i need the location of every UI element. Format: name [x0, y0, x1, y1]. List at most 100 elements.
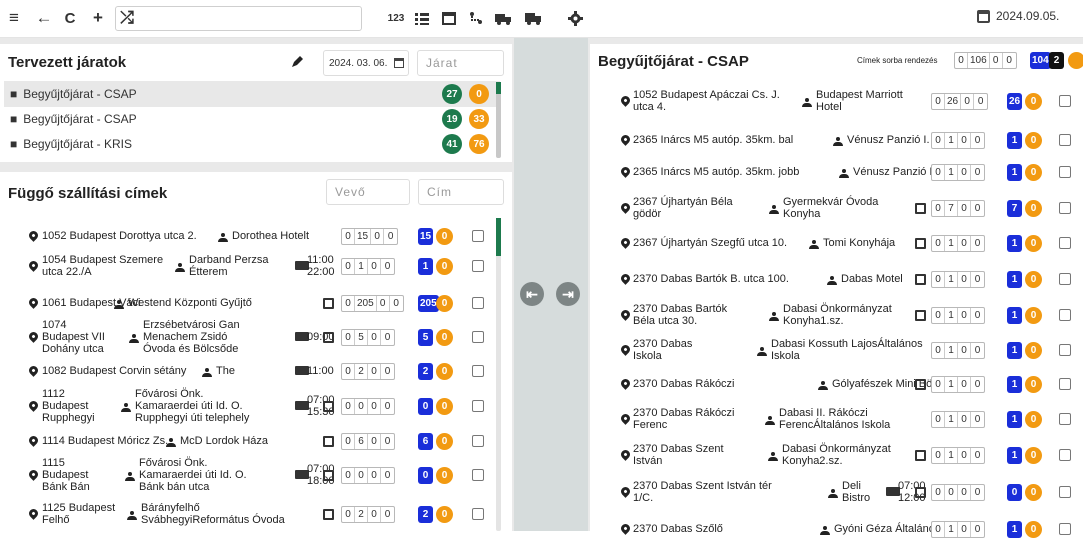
routes-scroll-thumb[interactable]	[496, 82, 501, 94]
buyer-search-input[interactable]: Vevő	[326, 179, 410, 205]
select-checkbox[interactable]	[1059, 95, 1071, 107]
quantity-cell: 0	[377, 296, 390, 311]
address-line: 1061 Budapest Váci	[42, 297, 141, 309]
quantity-cell: 0	[974, 524, 981, 535]
total-blue-badge: 104	[1030, 52, 1051, 69]
quantity-cell: 0	[958, 485, 971, 500]
select-checkbox[interactable]	[1059, 309, 1071, 321]
sort-addresses-label[interactable]: Címek sorba rendezés	[857, 56, 937, 65]
truck-icon[interactable]	[494, 8, 512, 28]
quantity-cell: 0	[974, 310, 981, 321]
select-checkbox[interactable]	[472, 400, 484, 412]
document-icon[interactable]	[915, 379, 926, 390]
address-line: 2365 Inárcs M5 autóp. 35km. jobb	[633, 166, 800, 178]
current-date[interactable]: 2024.09.05.	[977, 9, 1059, 23]
person-icon	[769, 205, 779, 215]
move-right-button[interactable]: ⇥	[556, 282, 580, 306]
document-icon[interactable]	[915, 238, 926, 249]
quantity-blue-badge: 1	[1007, 411, 1022, 428]
calendar-check-icon[interactable]	[441, 8, 457, 28]
route-row-1[interactable]: ■ Begyűjtőjárat - CSAP	[4, 81, 500, 107]
document-icon[interactable]	[323, 436, 334, 447]
pending-scrollbar[interactable]	[496, 218, 501, 531]
select-checkbox[interactable]	[1059, 413, 1071, 425]
select-checkbox[interactable]	[472, 331, 484, 343]
list-icon[interactable]	[414, 8, 430, 28]
numbers-icon[interactable]: 123	[385, 8, 407, 28]
menu-icon[interactable]: ≡	[6, 8, 22, 28]
customer-name-line: Bárányfelhő	[141, 502, 200, 514]
select-checkbox[interactable]	[472, 508, 484, 520]
customer-name-line: Dabasi Önkormányzat	[782, 443, 891, 455]
quantity-blue-badge: 1	[1007, 521, 1022, 538]
route-row-2[interactable]: ■ Begyűjtőjárat - CSAP	[4, 106, 500, 132]
customer-name-line: Konyha	[783, 208, 821, 220]
select-checkbox[interactable]	[1059, 202, 1071, 214]
edit-icon[interactable]	[291, 55, 304, 73]
select-checkbox[interactable]	[472, 260, 484, 272]
quantity-blue-badge: 2	[418, 363, 433, 380]
document-icon[interactable]	[323, 401, 334, 412]
document-icon[interactable]	[915, 274, 926, 285]
document-icon[interactable]	[915, 487, 926, 498]
select-checkbox[interactable]	[1059, 449, 1071, 461]
document-icon[interactable]	[323, 509, 334, 520]
document-icon[interactable]	[323, 298, 334, 309]
shuffle-icon[interactable]: ⤮	[119, 8, 135, 28]
location-pin-icon	[27, 434, 40, 447]
add-icon[interactable]: +	[90, 8, 106, 28]
back-icon[interactable]: ←	[36, 8, 53, 28]
address-search-input[interactable]: Cím	[418, 179, 504, 205]
route-row-3[interactable]: ■ Begyűjtőjárat - KRIS	[4, 131, 500, 157]
quantity-cell: 0	[932, 448, 945, 463]
select-checkbox[interactable]	[1059, 378, 1071, 390]
quantity-cell: 0	[342, 468, 355, 483]
customer-name-line: Étterem	[189, 266, 228, 278]
quantity-cell: 0	[371, 229, 385, 244]
gear-icon[interactable]	[567, 8, 583, 28]
select-checkbox[interactable]	[1059, 486, 1071, 498]
pending-scroll-thumb[interactable]	[496, 218, 501, 256]
select-checkbox[interactable]	[1059, 523, 1071, 535]
quantity-orange-badge: 0	[436, 329, 453, 346]
quantity-orange-badge: 0	[1025, 484, 1042, 501]
quantity-cells: 0700	[931, 200, 985, 217]
select-checkbox[interactable]	[1059, 273, 1071, 285]
document-icon[interactable]	[915, 203, 926, 214]
refresh-icon[interactable]: C	[62, 8, 78, 28]
select-checkbox[interactable]	[472, 297, 484, 309]
select-checkbox[interactable]	[1059, 344, 1071, 356]
truck-list-icon[interactable]	[524, 8, 542, 28]
quantity-cell: 0	[932, 272, 945, 287]
quantity-cell: 0	[958, 236, 971, 251]
select-checkbox[interactable]	[472, 435, 484, 447]
move-left-button[interactable]: ⇤	[520, 282, 544, 306]
select-checkbox[interactable]	[1059, 166, 1071, 178]
select-checkbox[interactable]	[472, 230, 484, 242]
document-icon[interactable]	[915, 310, 926, 321]
quantity-cell: 0	[974, 414, 981, 425]
total-cell: 0	[1006, 55, 1012, 66]
route-search-input[interactable]: Járat	[417, 50, 504, 76]
select-checkbox[interactable]	[1059, 134, 1071, 146]
select-checkbox[interactable]	[472, 469, 484, 481]
total-black-badge: 2	[1049, 52, 1064, 69]
quantity-orange-badge: 0	[1025, 411, 1042, 428]
person-icon	[114, 300, 124, 310]
quantity-cell: 2	[355, 364, 368, 379]
document-icon[interactable]	[323, 332, 334, 343]
document-icon[interactable]	[323, 470, 334, 481]
quantity-orange-badge: 0	[436, 467, 453, 484]
location-pin-icon	[27, 468, 40, 481]
select-checkbox[interactable]	[472, 365, 484, 377]
select-checkbox[interactable]	[1059, 237, 1071, 249]
total-cell: 0	[955, 53, 968, 68]
date-picker-icon[interactable]	[394, 58, 404, 68]
total-orange-badge	[1068, 52, 1083, 69]
quantity-cell: 0	[974, 238, 981, 249]
document-icon[interactable]	[915, 450, 926, 461]
address-line: 2365 Inárcs M5 autóp. 35km. bal	[633, 134, 794, 146]
quantity-cell: 0	[342, 229, 355, 244]
toolbar-input[interactable]	[115, 6, 362, 31]
route-icon[interactable]	[468, 8, 484, 28]
